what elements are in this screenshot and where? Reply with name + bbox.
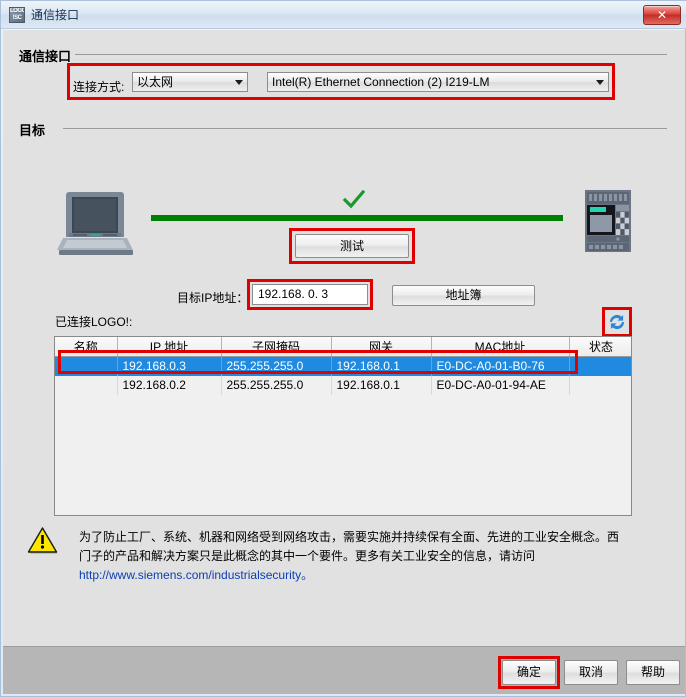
table-header-row: 名称 IP 地址 子网掩码 网关 MAC地址 状态	[55, 337, 631, 357]
target-group-divider	[63, 128, 667, 129]
column-header-ip[interactable]: IP 地址	[117, 337, 222, 357]
comm-group-divider	[75, 54, 667, 55]
dialog-footer: 确定 取消 帮助	[3, 646, 685, 694]
security-warning-link[interactable]: http://www.siemens.com/industrialsecurit…	[79, 566, 639, 585]
target-group-legend: 目标	[19, 120, 52, 139]
network-adapter-select[interactable]: Intel(R) Ethernet Connection (2) I219-LM	[267, 72, 609, 92]
connected-devices-table[interactable]: 名称 IP 地址 子网掩码 网关 MAC地址 状态 192.168.0.3 25…	[54, 336, 632, 516]
cell-mac: E0-DC-A0-01-94-AE	[431, 375, 570, 395]
cell-status	[569, 375, 631, 395]
green-check-icon	[343, 190, 365, 209]
column-header-status[interactable]: 状态	[569, 337, 631, 357]
logo-plc-icon	[585, 190, 631, 252]
ok-button[interactable]: 确定	[502, 660, 556, 685]
window-title: 通信接口	[31, 8, 80, 22]
column-header-gateway[interactable]: 网关	[331, 337, 432, 357]
column-header-name[interactable]: 名称	[55, 337, 118, 357]
cell-gateway: 192.168.0.1	[331, 375, 432, 395]
cell-mac: E0-DC-A0-01-B0-76	[431, 356, 570, 376]
computer-icon	[57, 192, 133, 255]
table-row[interactable]: 192.168.0.2 255.255.255.0 192.168.0.1 E0…	[55, 375, 631, 395]
column-header-mac[interactable]: MAC地址	[431, 337, 570, 357]
address-book-button[interactable]: 地址簿	[392, 285, 535, 306]
cell-gateway: 192.168.0.1	[331, 356, 432, 376]
connection-type-select[interactable]: 以太网	[132, 72, 248, 92]
cell-mask: 255.255.255.0	[221, 356, 332, 376]
communication-interface-dialog: LOGO !SC 通信接口 ✕ 通信接口 连接方式: 以太网 Intel(R) E…	[0, 0, 686, 697]
chevron-down-icon	[596, 80, 604, 85]
connection-type-value: 以太网	[137, 75, 174, 89]
logo-app-icon: LOGO !SC	[9, 7, 25, 23]
security-warning-line1: 为了防止工厂、系统、机器和网络受到网络攻击，需要实施并持续保有全面、先进的工业安…	[79, 530, 620, 544]
cell-mask: 255.255.255.0	[221, 375, 332, 395]
connected-logo-label: 已连接LOGO!:	[55, 315, 133, 329]
cancel-button[interactable]: 取消	[564, 660, 618, 685]
connection-type-label: 连接方式:	[73, 80, 125, 94]
title-bar: LOGO !SC 通信接口 ✕	[1, 1, 686, 29]
comm-group-legend: 通信接口	[19, 46, 78, 65]
cell-ip: 192.168.0.2	[117, 375, 222, 395]
cell-ip: 192.168.0.3	[117, 356, 222, 376]
close-icon[interactable]: ✕	[643, 5, 681, 25]
cell-name	[55, 375, 118, 395]
cell-name	[55, 356, 118, 376]
column-header-mask[interactable]: 子网掩码	[221, 337, 332, 357]
security-warning-line2: 门子的产品和解决方案只是此概念的其中一个要件。更多有关工业安全的信息，请访问	[79, 549, 536, 563]
cell-status	[569, 356, 631, 376]
warning-triangle-icon	[27, 527, 58, 554]
test-button[interactable]: 测试	[295, 234, 409, 258]
security-warning-text: 为了防止工厂、系统、机器和网络受到网络攻击，需要实施并持续保有全面、先进的工业安…	[79, 528, 639, 585]
help-button[interactable]: 帮助	[626, 660, 680, 685]
table-row[interactable]: 192.168.0.3 255.255.255.0 192.168.0.1 E0…	[55, 356, 631, 376]
network-adapter-value: Intel(R) Ethernet Connection (2) I219-LM	[272, 75, 490, 89]
chevron-down-icon	[235, 80, 243, 85]
connection-line	[151, 215, 563, 221]
target-ip-input[interactable]: 192.168. 0. 3	[252, 284, 368, 305]
refresh-icon[interactable]	[606, 311, 628, 333]
dialog-body: 通信接口 连接方式: 以太网 Intel(R) Ethernet Connect…	[3, 29, 685, 646]
target-ip-label: 目标IP地址：	[177, 291, 249, 305]
